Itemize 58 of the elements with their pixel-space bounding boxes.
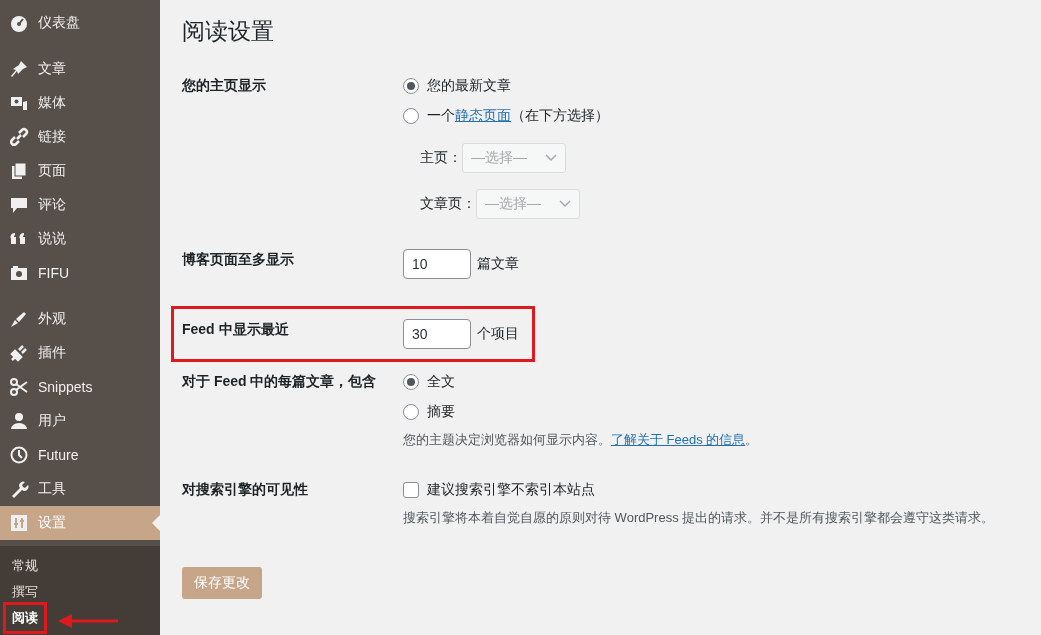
menu-icon (9, 411, 29, 431)
chevron-icon (559, 200, 571, 208)
sidebar-item[interactable]: 用户 (0, 404, 160, 438)
sidebar-item[interactable]: 工具 (0, 472, 160, 506)
checkbox[interactable] (403, 482, 419, 498)
sidebar-item[interactable]: 页面 (0, 154, 160, 188)
sidebar-item[interactable]: FIFU (0, 256, 160, 290)
sidebar-item[interactable]: 评论 (0, 188, 160, 222)
menu-icon (9, 161, 29, 181)
radio-button[interactable] (403, 78, 419, 94)
setting-label: Feed 中显示最近 (182, 320, 290, 339)
radio-button[interactable] (403, 374, 419, 390)
menu-icon (9, 13, 29, 33)
annotation-arrow (58, 614, 120, 628)
sidebar-item[interactable]: 外观 (0, 302, 160, 336)
menu-icon (9, 263, 29, 283)
submenu-item[interactable]: 阅读 (6, 605, 44, 631)
menu-icon (9, 377, 29, 397)
page-title: 阅读设置 (182, 17, 275, 46)
sidebar-item[interactable]: Snippets (0, 370, 160, 404)
menu-icon (9, 513, 29, 533)
radio-button[interactable] (403, 404, 419, 420)
menu-icon (9, 59, 29, 79)
sidebar-item[interactable]: Future (0, 438, 160, 472)
checkbox-label: 建议搜索引擎不索引本站点 (427, 481, 595, 499)
option-label: 全文 (427, 373, 455, 391)
static-page-link[interactable]: 静态页面 (455, 107, 511, 123)
sidebar-item[interactable]: 插件 (0, 336, 160, 370)
submenu-item[interactable]: 撰写 (6, 579, 44, 605)
menu-icon (9, 309, 29, 329)
select-label: 文章页： (420, 195, 476, 213)
submenu-item[interactable]: 常规 (6, 553, 44, 579)
setting-label: 对搜索引擎的可见性 (182, 480, 309, 499)
help-text: 搜索引擎将本着自觉自愿的原则对待 WordPress 提出的请求。并不是所有搜索引擎都会遵守这类请求。 (403, 509, 995, 527)
sidebar-item[interactable]: 媒体 (0, 86, 160, 120)
option-label: 一个静态页面（在下方选择） (427, 107, 609, 125)
sidebar-item[interactable]: 说说 (0, 222, 160, 256)
menu-icon (9, 127, 29, 147)
sidebar-item[interactable]: 仪表盘 (0, 6, 160, 40)
menu-icon (9, 445, 29, 465)
sidebar-item[interactable]: 链接 (0, 120, 160, 154)
menu-icon (9, 195, 29, 215)
setting-label: 您的主页显示 (182, 76, 267, 95)
unit-label: 个项目 (477, 325, 519, 343)
select-label: 主页： (420, 149, 462, 167)
chevron-icon (545, 154, 557, 162)
unit-label: 篇文章 (477, 255, 519, 273)
feeds-info-link[interactable]: 了解关于 Feeds 的信息 (611, 432, 746, 447)
option-label: 摘要 (427, 403, 455, 421)
number-input[interactable]: 30 (403, 319, 471, 349)
setting-label: 博客页面至多显示 (182, 250, 295, 269)
option-label: 您的最新文章 (427, 77, 511, 95)
number-input[interactable]: 10 (403, 249, 471, 279)
radio-button[interactable] (403, 108, 419, 124)
setting-label: 对于 Feed 中的每篇文章，包含 (182, 372, 378, 391)
menu-icon (9, 343, 29, 363)
sidebar-item[interactable]: 文章 (0, 52, 160, 86)
help-text: 您的主题决定浏览器如何显示内容。了解关于 Feeds 的信息。 (403, 431, 759, 449)
